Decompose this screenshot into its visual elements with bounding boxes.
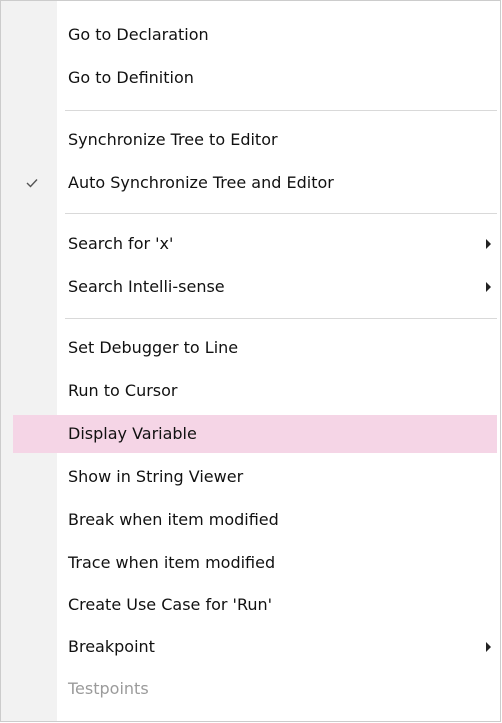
menu-item-display-variable[interactable]: Display Variable [13,415,497,453]
menu-item-label: Breakpoint [68,637,155,656]
menu-item-label: Set Debugger to Line [68,338,239,357]
menu-item-label: Synchronize Tree to Editor [68,130,278,149]
menu-item-testpoints: Testpoints [13,670,497,708]
menu-item-trace-when-modified[interactable]: Trace when item modified [13,544,497,582]
menu-item-label: Run to Cursor [68,381,178,400]
menu-item-label: Testpoints [68,679,149,698]
menu-item-auto-synchronize[interactable]: Auto Synchronize Tree and Editor [13,164,497,202]
menu-item-search-intelli-sense[interactable]: Search Intelli-sense [13,268,497,306]
menu-item-label: Search Intelli-sense [68,277,225,296]
check-icon [26,179,38,188]
menu-item-label: Auto Synchronize Tree and Editor [68,173,334,192]
menu-item-label: Go to Definition [68,68,194,87]
chevron-right-icon [486,282,491,292]
chevron-right-icon [486,239,491,249]
chevron-right-icon [486,642,491,652]
menu-item-create-use-case[interactable]: Create Use Case for 'Run' [13,586,497,624]
menu-item-go-to-declaration[interactable]: Go to Declaration [13,16,497,54]
menu-separator [65,213,497,214]
menu-item-break-when-modified[interactable]: Break when item modified [13,501,497,539]
menu-item-label: Create Use Case for 'Run' [68,595,273,614]
menu-item-label: Search for 'x' [68,234,174,253]
menu-item-synchronize-tree[interactable]: Synchronize Tree to Editor [13,121,497,159]
menu-item-label: Go to Declaration [68,25,209,44]
menu-item-go-to-definition[interactable]: Go to Definition [13,59,497,97]
menu-separator [65,110,497,111]
menu-item-set-debugger-to-line[interactable]: Set Debugger to Line [13,329,497,367]
menu-item-label: Show in String Viewer [68,467,244,486]
menu-separator [65,318,497,319]
menu-item-breakpoint[interactable]: Breakpoint [13,628,497,666]
menu-item-search-for-x[interactable]: Search for 'x' [13,225,497,263]
menu-item-label: Trace when item modified [68,553,276,572]
context-menu: Go to Declaration Go to Definition Synch… [0,0,501,722]
menu-item-run-to-cursor[interactable]: Run to Cursor [13,372,497,410]
menu-item-label: Break when item modified [68,510,279,529]
menu-item-label: Display Variable [68,424,197,443]
menu-item-show-in-string-viewer[interactable]: Show in String Viewer [13,458,497,496]
